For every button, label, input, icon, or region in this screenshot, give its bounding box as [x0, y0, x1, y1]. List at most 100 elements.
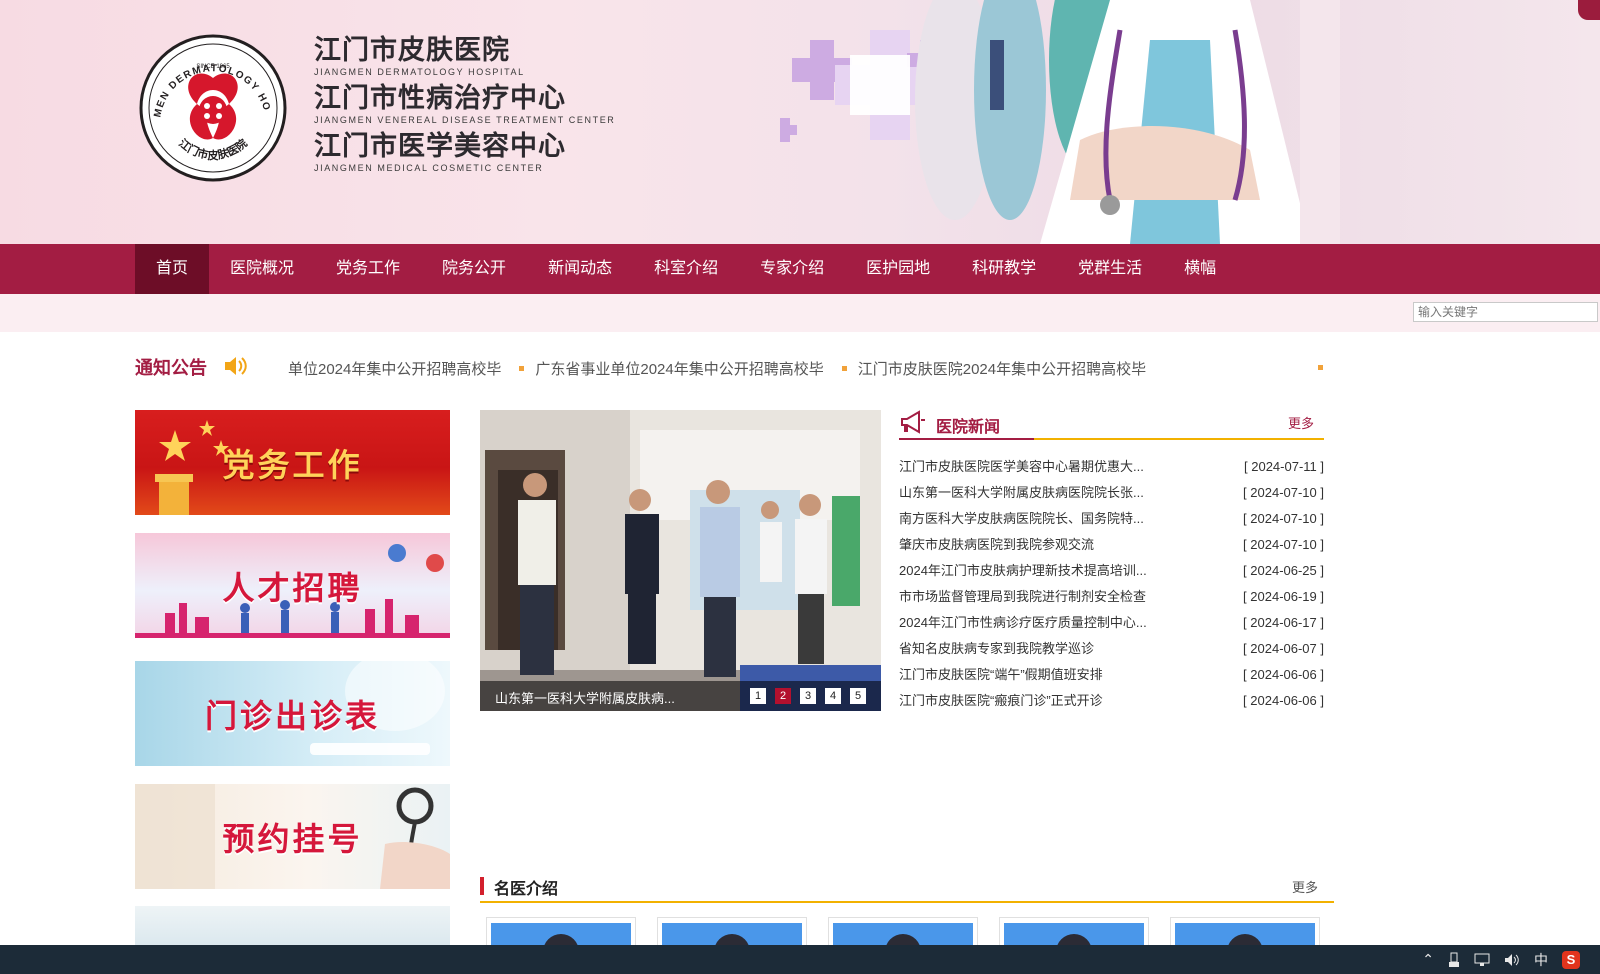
slider-dot[interactable]: 1: [750, 688, 766, 704]
nav-item-banner[interactable]: 横幅: [1163, 244, 1237, 294]
megaphone-icon: [901, 410, 925, 434]
nav-item-party-life[interactable]: 党群生活: [1057, 244, 1163, 294]
slider-dot[interactable]: 4: [825, 688, 841, 704]
extra-card[interactable]: [135, 906, 450, 946]
news-more-link[interactable]: 更多: [1288, 413, 1314, 432]
chevron-up-icon[interactable]: ⌃: [1422, 951, 1434, 968]
hospital-name-cn-2: 江门市性病治疗中心: [314, 83, 566, 114]
news-item[interactable]: 江门市皮肤医院“瘢痕门诊”正式开诊 [ 2024-06-06 ]: [899, 688, 1324, 714]
news-item-title[interactable]: 江门市皮肤医院医学美容中心暑期优惠大...: [899, 454, 1144, 480]
slider-dot[interactable]: 5: [850, 688, 866, 704]
news-header-accent: [899, 438, 1034, 440]
nav-item-experts[interactable]: 专家介绍: [739, 244, 845, 294]
slider-photo: [480, 410, 881, 711]
news-item-title[interactable]: 2024年江门市性病诊疗医疗质量控制中心...: [899, 610, 1147, 636]
news-item-date: [ 2024-06-17 ]: [1243, 615, 1324, 630]
hospital-name-en-3: JIANGMEN MEDICAL COSMETIC CENTER: [314, 163, 544, 173]
news-item-date: [ 2024-06-19 ]: [1243, 589, 1324, 604]
talent-recruitment-card-label: 人才招聘: [222, 568, 363, 607]
news-item[interactable]: 南方医科大学皮肤病医院院长、国务院特... [ 2024-07-10 ]: [899, 506, 1324, 532]
nav-item-news[interactable]: 新闻动态: [527, 244, 633, 294]
news-list: 江门市皮肤医院医学美容中心暑期优惠大... [ 2024-07-11 ] 山东第一…: [899, 454, 1324, 714]
nav-list: 首页 医院概况 党务工作 院务公开 新闻动态 科室介绍 专家介绍 医护园地 科研…: [135, 244, 1237, 294]
volume-icon[interactable]: [1504, 953, 1520, 967]
news-item[interactable]: 肇庆市皮肤病医院到我院参观交流 [ 2024-07-10 ]: [899, 532, 1324, 558]
seal-since-text: SINCE 1965: [196, 64, 230, 70]
news-item[interactable]: 2024年江门市皮肤病护理新技术提高培训... [ 2024-06-25 ]: [899, 558, 1324, 584]
slider-pagination: 1 2 3 4 5: [741, 688, 866, 704]
hospital-name-cn-1: 江门市皮肤医院: [314, 35, 510, 66]
news-item-date: [ 2024-06-25 ]: [1243, 563, 1324, 578]
news-item-title[interactable]: 省知名皮肤病专家到我院教学巡诊: [899, 636, 1094, 662]
notice-title: 通知公告: [135, 358, 207, 378]
news-item[interactable]: 江门市皮肤医院“端午”假期值班安排 [ 2024-06-06 ]: [899, 662, 1324, 688]
search-input[interactable]: [1413, 302, 1598, 322]
nav-item-party-work[interactable]: 党务工作: [315, 244, 421, 294]
news-item[interactable]: 山东第一医科大学附属皮肤病医院院长张... [ 2024-07-10 ]: [899, 480, 1324, 506]
notice-item[interactable]: 江门市皮肤医院2024年集中公开招聘高校毕: [841, 358, 1146, 379]
sogou-ime-icon[interactable]: S: [1562, 950, 1580, 969]
notice-bar: 通知公告 单位2024年集中公开招聘高校毕 广东省事业单位2024年集中公开招聘…: [135, 352, 1335, 382]
appointment-card-label: 预约挂号: [222, 819, 363, 858]
nav-item-research-teaching[interactable]: 科研教学: [951, 244, 1057, 294]
notice-item[interactable]: 单位2024年集中公开招聘高校毕: [288, 358, 501, 379]
clinic-schedule-card[interactable]: 门诊出诊表: [135, 661, 450, 766]
party-work-card-label: 党务工作: [222, 445, 363, 484]
search-bar: [0, 294, 1600, 332]
news-item-title[interactable]: 山东第一医科大学附属皮肤病医院院长张...: [899, 480, 1144, 506]
slider-caption[interactable]: 山东第一医科大学附属皮肤病...: [495, 688, 675, 707]
news-item-title[interactable]: 肇庆市皮肤病医院到我院参观交流: [899, 532, 1094, 558]
news-item[interactable]: 2024年江门市性病诊疗医疗质量控制中心... [ 2024-06-17 ]: [899, 610, 1324, 636]
news-item-title[interactable]: 2024年江门市皮肤病护理新技术提高培训...: [899, 558, 1147, 584]
appointment-card[interactable]: 预约挂号: [135, 784, 450, 889]
news-item[interactable]: 市市场监督管理局到我院进行制剂安全检查 [ 2024-06-19 ]: [899, 584, 1324, 610]
ime-indicator[interactable]: 中: [1534, 950, 1548, 970]
news-item[interactable]: 江门市皮肤医院医学美容中心暑期优惠大... [ 2024-07-11 ]: [899, 454, 1324, 480]
os-taskbar: ⌃ 中 S: [0, 945, 1600, 974]
news-item-title[interactable]: 市市场监督管理局到我院进行制剂安全检查: [899, 584, 1146, 610]
hospital-news-title: 医院新闻: [936, 419, 1001, 436]
hospital-news-panel: 医院新闻 更多 江门市皮肤医院医学美容中心暑期优惠大... [ 2024-07-1…: [899, 410, 1324, 714]
news-item-title[interactable]: 南方医科大学皮肤病医院院长、国务院特...: [899, 506, 1144, 532]
usb-icon[interactable]: [1448, 952, 1460, 968]
doctors-more-link[interactable]: 更多: [1292, 877, 1318, 896]
corner-toggle-button[interactable]: [1578, 0, 1600, 20]
famous-doctors-section: 名医介绍 更多: [480, 873, 1334, 957]
slider-dot[interactable]: 3: [800, 688, 816, 704]
network-icon[interactable]: [1474, 953, 1490, 967]
header-banner: JIANGMEN DERMATOLOGY HOSPITAL SINCE 1965…: [0, 0, 1600, 244]
notice-item[interactable]: 广东省事业单位2024年集中公开招聘高校毕: [519, 358, 824, 379]
news-item-title[interactable]: 江门市皮肤医院“端午”假期值班安排: [899, 662, 1103, 688]
news-photo-slider[interactable]: 山东第一医科大学附属皮肤病... 1 2 3 4 5: [480, 410, 881, 711]
slider-caption-bar: 山东第一医科大学附属皮肤病... 1 2 3 4 5: [480, 681, 881, 711]
news-item[interactable]: 省知名皮肤病专家到我院教学巡诊 [ 2024-06-07 ]: [899, 636, 1324, 662]
slider-dot-active[interactable]: 2: [775, 688, 791, 704]
nav-item-hospital-overview[interactable]: 医院概况: [209, 244, 315, 294]
main-nav: 首页 医院概况 党务工作 院务公开 新闻动态 科室介绍 专家介绍 医护园地 科研…: [0, 244, 1600, 294]
nav-item-home[interactable]: 首页: [135, 244, 210, 294]
hospital-name-block: 江门市皮肤医院 JIANGMEN DERMATOLOGY HOSPITAL 江门…: [314, 36, 615, 180]
party-work-card[interactable]: 党务工作: [135, 410, 450, 515]
clinic-schedule-card-label: 门诊出诊表: [204, 696, 380, 735]
nav-item-affairs-disclosure[interactable]: 院务公开: [421, 244, 527, 294]
hospital-name-cn-3: 江门市医学美容中心: [314, 131, 566, 162]
notice-bullet: [1318, 365, 1323, 370]
news-item-date: [ 2024-07-10 ]: [1243, 485, 1324, 500]
famous-doctors-header: 名医介绍 更多: [480, 873, 1334, 903]
hospital-name-en-2: JIANGMEN VENEREAL DISEASE TREATMENT CENT…: [314, 115, 616, 125]
nav-item-departments[interactable]: 科室介绍: [633, 244, 739, 294]
news-item-date: [ 2024-07-11 ]: [1244, 459, 1324, 474]
hospital-news-header: 医院新闻 更多: [899, 410, 1324, 440]
section-marker: [480, 877, 484, 895]
system-tray: ⌃ 中 S: [1408, 945, 1580, 974]
nav-item-nursing[interactable]: 医护园地: [845, 244, 951, 294]
hospital-logo-seal: JIANGMEN DERMATOLOGY HOSPITAL SINCE 1965…: [139, 34, 287, 182]
news-item-title[interactable]: 江门市皮肤医院“瘢痕门诊”正式开诊: [899, 688, 1103, 714]
famous-doctors-title: 名医介绍: [494, 881, 559, 898]
hospital-name-en-1: JIANGMEN DERMATOLOGY HOSPITAL: [314, 67, 525, 77]
talent-recruitment-card[interactable]: 人才招聘: [135, 533, 450, 638]
news-item-date: [ 2024-07-10 ]: [1243, 511, 1324, 526]
news-item-date: [ 2024-06-06 ]: [1243, 693, 1324, 708]
speaker-icon: [225, 357, 247, 375]
news-item-date: [ 2024-07-10 ]: [1243, 537, 1324, 552]
